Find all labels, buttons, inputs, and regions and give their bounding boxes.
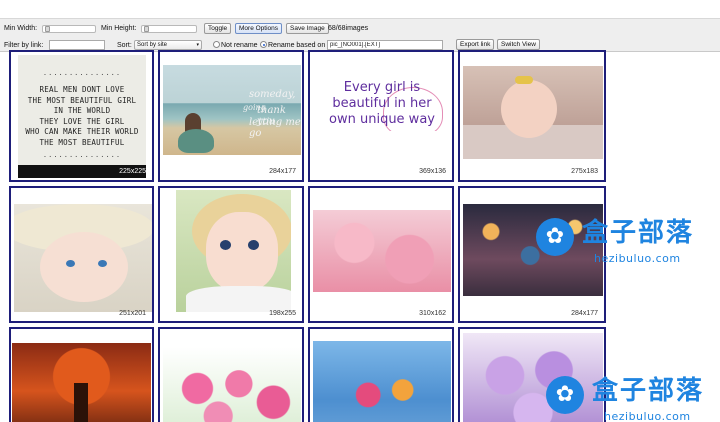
toggle-button[interactable]: Toggle xyxy=(204,23,232,34)
image-tile[interactable]: 251x201 xyxy=(9,186,154,323)
sort-selected-value: Sort by site xyxy=(137,42,168,48)
image-dimensions: 284x177 xyxy=(269,168,296,175)
watermark-url: hezibuluo.com xyxy=(604,410,691,422)
image-dimensions: 284x177 xyxy=(571,310,598,317)
image-shape xyxy=(248,240,259,250)
image-shape xyxy=(98,260,107,267)
toolbar: Min Width: Min Height: Toggle More Optio… xyxy=(0,18,720,52)
bow-icon xyxy=(515,76,533,84)
quote-line: THE MOST BEAUTIFUL xyxy=(39,137,125,147)
image-dimensions: 310x162 xyxy=(419,310,446,317)
quote-dots-bottom: ............... xyxy=(42,151,122,159)
toolbar-row-1: Min Width: Min Height: Toggle More Optio… xyxy=(0,21,720,37)
slider-knob-icon[interactable] xyxy=(45,26,50,32)
quote-line: WHO CAN MAKE THEIR WORLD xyxy=(25,127,139,136)
image-dimensions: 275x183 xyxy=(571,168,598,175)
chevron-down-icon: ▾ xyxy=(196,42,199,48)
watermark-circle: ✿ xyxy=(546,376,584,414)
image-thumbnail[interactable] xyxy=(14,204,152,312)
image-shape xyxy=(40,232,128,302)
image-thumbnail[interactable] xyxy=(176,190,291,312)
watermark-url: hezibuluo.com xyxy=(594,252,681,265)
rename-pattern-input[interactable] xyxy=(327,40,443,50)
image-shape xyxy=(186,286,291,312)
switch-view-button[interactable]: Switch View xyxy=(497,39,540,50)
rename-radio[interactable] xyxy=(260,41,267,48)
image-shape xyxy=(220,240,231,250)
min-width-slider[interactable] xyxy=(42,25,96,33)
min-height-label: Min Height: xyxy=(101,25,137,32)
slider-knob-icon[interactable] xyxy=(144,26,149,32)
quote-text: REAL MEN DONT LOVE THE MOST BEAUTIFUL GI… xyxy=(18,85,146,148)
export-link-button[interactable]: Export link xyxy=(456,39,495,50)
image-thumbnail[interactable] xyxy=(163,347,301,422)
image-thumbnail[interactable] xyxy=(12,343,151,422)
image-text: letting me go xyxy=(249,117,301,139)
quote-line: THEY LOVE THE GIRL xyxy=(39,116,125,126)
image-text: beautiful in her xyxy=(332,96,432,111)
image-thumbnail[interactable]: ............... REAL MEN DONT LOVE THE M… xyxy=(18,55,146,178)
sort-select[interactable]: Sort by site ▾ xyxy=(134,40,202,50)
image-shape xyxy=(74,383,88,422)
not-rename-radio[interactable] xyxy=(213,41,220,48)
image-thumbnail[interactable] xyxy=(463,66,603,159)
image-dimensions: 198x255 xyxy=(269,310,296,317)
more-options-button[interactable]: More Options xyxy=(235,23,283,34)
watermark-circle: ✿ xyxy=(536,218,574,256)
image-count: 68/68images xyxy=(328,25,369,32)
image-dimensions: 251x201 xyxy=(119,310,146,317)
image-tile[interactable] xyxy=(158,327,304,422)
image-tile[interactable]: 198x255 xyxy=(158,186,304,323)
flower-icon: ✿ xyxy=(555,382,575,407)
filter-input[interactable] xyxy=(49,40,105,50)
image-tile[interactable]: someday, going thank you letting me go 2… xyxy=(158,50,304,182)
image-tile[interactable] xyxy=(9,327,154,422)
image-tile[interactable]: 275x183 xyxy=(458,50,606,182)
save-image-button[interactable]: Save Image xyxy=(286,23,329,34)
min-width-label: Min Width: xyxy=(4,25,38,32)
image-thumbnail[interactable]: someday, going thank you letting me go xyxy=(163,65,301,155)
watermark-logo: ✿ 盒子部落 hezibuluo.com xyxy=(536,218,720,268)
watermark-text: 盒子部落 xyxy=(582,218,695,248)
quote-line: IN THE WORLD xyxy=(53,106,111,115)
image-thumbnail[interactable] xyxy=(313,210,451,292)
watermark-logo: ✿ 盒子部落 hezibuluo.com xyxy=(546,376,720,422)
image-shape xyxy=(206,212,278,292)
image-text: someday, xyxy=(249,89,296,100)
image-text: Every girl is xyxy=(343,80,421,95)
min-height-slider[interactable] xyxy=(141,25,197,33)
watermark-text: 盒子部落 xyxy=(592,376,705,406)
image-tile[interactable]: 310x162 xyxy=(308,186,454,323)
quote-line: THE MOST BEAUTIFUL GIRL xyxy=(27,95,137,105)
image-tile[interactable]: ............... REAL MEN DONT LOVE THE M… xyxy=(9,50,154,182)
image-shape xyxy=(501,80,557,138)
image-tile[interactable]: Every girl is beautiful in her own uniqu… xyxy=(308,50,454,182)
flower-icon: ✿ xyxy=(545,224,565,249)
image-thumbnail[interactable]: Every girl is beautiful in her own uniqu… xyxy=(313,77,451,131)
quote-dots-top: ............... xyxy=(42,69,122,77)
image-tile[interactable] xyxy=(308,327,454,422)
image-dimensions: 369x136 xyxy=(419,168,446,175)
image-dimensions: 225x225 xyxy=(119,168,146,175)
image-text: own unique way xyxy=(329,112,435,127)
image-thumbnail[interactable] xyxy=(313,341,451,422)
quote-line: REAL MEN DONT LOVE xyxy=(39,85,125,94)
image-shape xyxy=(66,260,75,267)
figure-shape xyxy=(178,129,214,153)
